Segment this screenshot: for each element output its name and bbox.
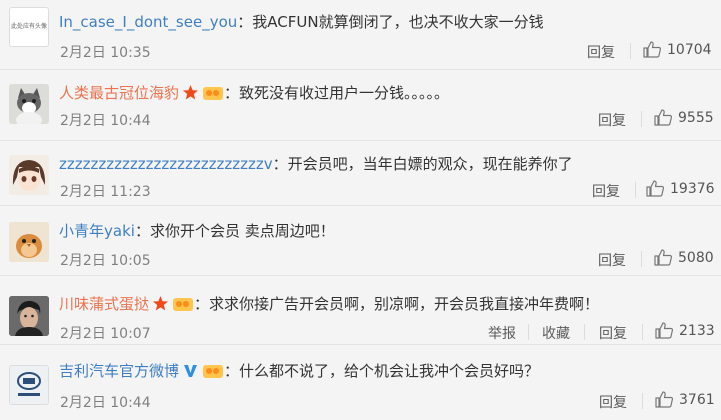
comment-username[interactable]: zzzzzzzzzzzzzzzzzzzzzzzzzzv <box>59 155 273 173</box>
reply-button[interactable]: 回复 <box>598 110 626 130</box>
comment-text: ：什么都不说了，给个机会让我冲个会员好吗？ <box>224 362 540 380</box>
comment-username[interactable]: 小青年yaki <box>59 222 135 240</box>
reply-button[interactable]: 回复 <box>599 392 627 412</box>
like-count: 5080 <box>678 250 714 266</box>
like-button[interactable]: 2133 <box>655 322 715 339</box>
thumbs-up-icon <box>646 180 665 197</box>
fan-badge-icon <box>202 84 224 106</box>
avatar[interactable] <box>9 222 49 262</box>
comment-body: In_case_I_dont_see_you：我ACFUN就算倒闭了，也决不收大… <box>59 12 544 32</box>
like-count: 19376 <box>670 181 715 197</box>
comment-item: 小青年yaki：求你开个会员 卖点周边吧！ 2月2日 10:05 回复 5080 <box>0 206 721 276</box>
anime-girl-avatar-image <box>9 155 49 195</box>
cat-avatar-image <box>9 84 49 124</box>
like-button[interactable]: 5080 <box>654 249 714 266</box>
star-badge-icon <box>182 84 199 106</box>
comment-item: 川味蒲式蛋挞 ：求求你接广告开会员啊，别凉啊，开会员我直接冲年费啊！ 2月2日 1… <box>0 276 721 345</box>
comment-date: 2月2日 10:44 <box>60 395 151 411</box>
divider <box>641 251 642 267</box>
star-badge-icon <box>152 295 169 317</box>
comment-username[interactable]: 川味蒲式蛋挞 <box>59 295 149 313</box>
thumbs-up-icon <box>655 322 674 339</box>
comment-username[interactable]: In_case_I_dont_see_you <box>59 13 237 31</box>
report-button[interactable]: 举报 <box>488 323 516 343</box>
comment-body: zzzzzzzzzzzzzzzzzzzzzzzzzzv：开会员吧，当年白嫖的观众… <box>59 154 573 174</box>
like-button[interactable]: 19376 <box>646 180 715 197</box>
like-count: 3761 <box>679 392 715 408</box>
divider <box>635 182 636 198</box>
divider <box>641 111 642 127</box>
like-button[interactable]: 3761 <box>655 391 715 408</box>
thumbs-up-icon <box>654 109 673 126</box>
comment-text: ：我ACFUN就算倒闭了，也决不收大家一分钱 <box>237 13 544 31</box>
comment-list: 此处应有头像 In_case_I_dont_see_you：我ACFUN就算倒闭… <box>0 0 721 420</box>
comment-username[interactable]: 吉利汽车官方微博 <box>59 362 179 380</box>
comment-body: 川味蒲式蛋挞 ：求求你接广告开会员啊，别凉啊，开会员我直接冲年费啊！ <box>59 294 599 317</box>
divider <box>584 324 585 340</box>
comment-item: 此处应有头像 In_case_I_dont_see_you：我ACFUN就算倒闭… <box>0 0 721 70</box>
reply-button[interactable]: 回复 <box>599 323 627 343</box>
thumbs-up-icon <box>643 41 662 58</box>
comment-body: 小青年yaki：求你开个会员 卖点周边吧！ <box>59 221 335 241</box>
like-count: 2133 <box>679 323 715 339</box>
comment-item: 人类最古冠位海豹 ：致死没有收过用户一分钱。。。。。 2月2日 10:44 回复 … <box>0 70 721 141</box>
comment-body: 人类最古冠位海豹 ：致死没有收过用户一分钱。。。。。 <box>59 83 449 106</box>
avatar-placeholder-text: 此处应有头像 <box>11 23 48 30</box>
comment-item: zzzzzzzzzzzzzzzzzzzzzzzzzzv：开会员吧，当年白嫖的观众… <box>0 141 721 206</box>
comment-date: 2月2日 10:44 <box>60 113 151 129</box>
comment-username[interactable]: 人类最古冠位海豹 <box>59 84 179 102</box>
bird-avatar-image <box>9 222 49 262</box>
comment-text: ：求求你接广告开会员啊，别凉啊，开会员我直接冲年费啊！ <box>194 295 600 313</box>
thumbs-up-icon <box>654 249 673 266</box>
comment-text: ：开会员吧，当年白嫖的观众，现在能养你了 <box>272 155 573 173</box>
comment-text: ：致死没有收过用户一分钱。。。。。 <box>224 84 450 102</box>
comment-date: 2月2日 10:35 <box>60 45 151 61</box>
thumbs-up-icon <box>655 391 674 408</box>
avatar[interactable] <box>9 365 49 405</box>
favorite-button[interactable]: 收藏 <box>542 323 570 343</box>
avatar[interactable] <box>9 84 49 124</box>
like-count: 9555 <box>678 110 714 126</box>
comment-body: 吉利汽车官方微博 ：什么都不说了，给个机会让我冲个会员好吗？ <box>59 361 539 384</box>
fan-badge-icon <box>172 295 194 317</box>
reply-button[interactable]: 回复 <box>587 42 615 62</box>
divider <box>642 393 643 409</box>
comment-date: 2月2日 10:07 <box>60 326 151 342</box>
like-count: 10704 <box>667 42 712 58</box>
comment-item: 吉利汽车官方微博 ：什么都不说了，给个机会让我冲个会员好吗？ 2月2日 10:44… <box>0 345 721 420</box>
like-button[interactable]: 10704 <box>643 41 712 58</box>
avatar[interactable] <box>9 296 49 336</box>
comment-date: 2月2日 10:05 <box>60 253 151 269</box>
divider <box>642 324 643 340</box>
reply-button[interactable]: 回复 <box>598 250 626 270</box>
like-button[interactable]: 9555 <box>654 109 714 126</box>
reply-button[interactable]: 回复 <box>592 181 620 201</box>
comment-text: ：求你开个会员 卖点周边吧！ <box>134 222 335 240</box>
divider <box>528 324 529 340</box>
avatar[interactable] <box>9 155 49 195</box>
divider <box>630 43 631 59</box>
comment-date: 2月2日 11:23 <box>60 184 151 200</box>
fan-badge-icon <box>202 362 224 384</box>
avatar[interactable]: 此处应有头像 <box>9 7 49 47</box>
man-avatar-image <box>9 296 49 336</box>
geely-logo-avatar-image <box>10 366 48 404</box>
verified-badge-icon <box>182 362 199 384</box>
